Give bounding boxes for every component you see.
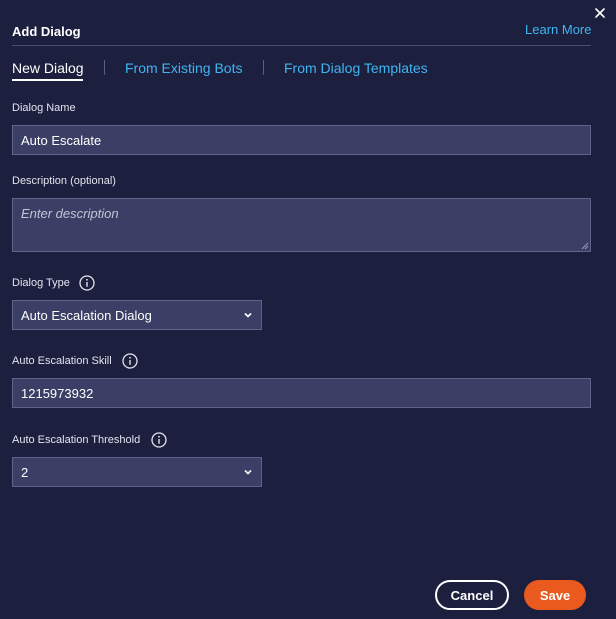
escalation-skill-info-icon[interactable] (122, 353, 138, 369)
chevron-down-icon (244, 312, 252, 318)
cancel-button[interactable]: Cancel (435, 580, 509, 610)
dialog-type-select[interactable]: Auto Escalation Dialog (12, 300, 262, 330)
escalation-skill-label: Auto Escalation Skill (12, 355, 112, 367)
learn-more-link[interactable]: Learn More (525, 22, 591, 37)
header-divider (12, 45, 591, 46)
escalation-skill-input[interactable] (12, 378, 591, 408)
close-icon[interactable] (593, 6, 607, 20)
escalation-threshold-info-icon[interactable] (151, 432, 167, 448)
dialog-title: Add Dialog (12, 24, 81, 39)
description-textarea[interactable] (12, 198, 591, 252)
escalation-threshold-value: 2 (21, 464, 29, 480)
description-label: Description (optional) (12, 175, 116, 187)
tab-from-dialog-templates[interactable]: From Dialog Templates (284, 60, 428, 76)
resize-handle-icon[interactable] (581, 242, 589, 250)
active-tab-indicator (12, 79, 83, 81)
chevron-down-icon (244, 469, 252, 475)
escalation-threshold-select[interactable]: 2 (12, 457, 262, 487)
dialog-name-label: Dialog Name (12, 102, 76, 114)
dialog-type-info-icon[interactable] (79, 275, 95, 291)
tab-separator (104, 60, 105, 75)
tab-separator (263, 60, 264, 75)
dialog-type-value: Auto Escalation Dialog (21, 307, 152, 323)
tab-from-existing-bots[interactable]: From Existing Bots (125, 60, 242, 76)
dialog-type-label: Dialog Type (12, 277, 70, 289)
dialog-name-input[interactable] (12, 125, 591, 155)
tab-new-dialog[interactable]: New Dialog (12, 60, 84, 76)
save-button[interactable]: Save (524, 580, 586, 610)
escalation-threshold-label: Auto Escalation Threshold (12, 434, 141, 446)
